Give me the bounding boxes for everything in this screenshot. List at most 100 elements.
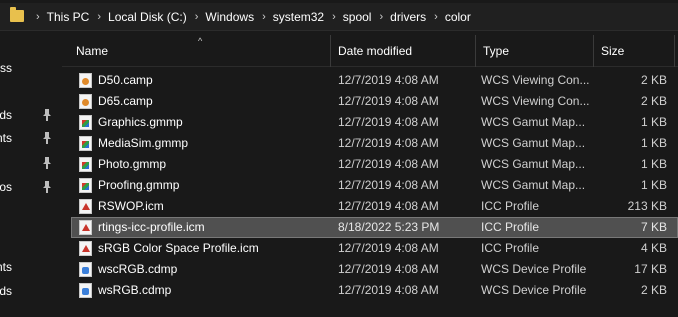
file-type: WCS Viewing Con...	[481, 73, 590, 87]
file-size: 1 KB	[640, 136, 667, 150]
file-date: 12/7/2019 4:08 AM	[338, 115, 439, 129]
file-size: 213 KB	[627, 199, 667, 213]
file-size: 2 KB	[640, 283, 667, 297]
file-type: WCS Gamut Map...	[481, 115, 586, 129]
gmmp-file-icon	[79, 178, 92, 193]
file-type: WCS Gamut Map...	[481, 157, 586, 171]
file-date: 12/7/2019 4:08 AM	[338, 199, 439, 213]
gmmp-file-icon	[79, 136, 92, 151]
file-row[interactable]: wsRGB.cdmp 12/7/2019 4:08 AM WCS Device …	[71, 280, 678, 301]
file-type: WCS Device Profile	[481, 262, 587, 276]
file-row[interactable]: Photo.gmmp 12/7/2019 4:08 AM WCS Gamut M…	[71, 154, 678, 175]
chevron-right-icon[interactable]: ›	[434, 11, 438, 23]
crumb-windows[interactable]: Windows	[205, 10, 254, 24]
column-divider[interactable]	[330, 35, 331, 67]
gmmp-file-icon	[79, 157, 92, 172]
nav-item[interactable]: ess	[0, 58, 62, 78]
file-type: WCS Device Profile	[481, 283, 587, 297]
file-type: WCS Gamut Map...	[481, 136, 586, 150]
file-name: wscRGB.cdmp	[98, 262, 178, 276]
file-size: 7 KB	[640, 220, 667, 234]
file-date: 12/7/2019 4:08 AM	[338, 157, 439, 171]
file-name: D50.camp	[98, 73, 153, 87]
file-type: ICC Profile	[481, 241, 540, 255]
file-name: Photo.gmmp	[98, 157, 167, 171]
crumb-color[interactable]: color	[445, 10, 471, 24]
file-row[interactable]: wscRGB.cdmp 12/7/2019 4:08 AM WCS Device…	[71, 259, 678, 280]
file-size: 4 KB	[640, 241, 667, 255]
file-type: ICC Profile	[481, 220, 540, 234]
column-header: ^ Name Date modified Type Size	[62, 35, 678, 67]
file-row[interactable]: Proofing.gmmp 12/7/2019 4:08 AM WCS Gamu…	[71, 175, 678, 196]
icm-file-icon	[79, 220, 92, 235]
chevron-right-icon[interactable]: ›	[262, 11, 266, 23]
nav-item[interactable]: nts	[0, 257, 62, 277]
crumb-this-pc[interactable]: This PC	[47, 10, 90, 24]
crumb-drivers[interactable]: drivers	[390, 10, 426, 24]
crumb-local-disk[interactable]: Local Disk (C:)	[108, 10, 187, 24]
file-row[interactable]: MediaSim.gmmp 12/7/2019 4:08 AM WCS Gamu…	[71, 133, 678, 154]
breadcrumb: › This PC › Local Disk (C:) › Windows › …	[28, 3, 471, 31]
cdmp-file-icon	[79, 262, 92, 277]
file-row[interactable]: Graphics.gmmp 12/7/2019 4:08 AM WCS Gamu…	[71, 112, 678, 133]
file-date: 12/7/2019 4:08 AM	[338, 73, 439, 87]
column-type[interactable]: Type	[477, 35, 593, 67]
file-row[interactable]: D65.camp 12/7/2019 4:08 AM WCS Viewing C…	[71, 91, 678, 112]
chevron-right-icon[interactable]: ›	[36, 11, 40, 23]
address-bar: › This PC › Local Disk (C:) › Windows › …	[0, 0, 678, 35]
column-divider[interactable]	[593, 35, 594, 67]
file-size: 1 KB	[640, 115, 667, 129]
file-size: 1 KB	[640, 157, 667, 171]
file-date: 12/7/2019 4:08 AM	[338, 262, 439, 276]
file-size: 1 KB	[640, 178, 667, 192]
column-date-modified[interactable]: Date modified	[332, 35, 475, 67]
folder-icon	[10, 7, 24, 22]
column-size[interactable]: Size	[595, 35, 675, 67]
file-date: 12/7/2019 4:08 AM	[338, 178, 439, 192]
file-size: 2 KB	[640, 73, 667, 87]
cdmp-file-icon	[79, 283, 92, 298]
file-name: Graphics.gmmp	[98, 115, 183, 129]
camp-file-icon	[79, 94, 92, 109]
chevron-right-icon[interactable]: ›	[195, 11, 199, 23]
column-divider[interactable]	[475, 35, 476, 67]
file-size: 17 KB	[634, 262, 667, 276]
pin-icon	[43, 157, 51, 169]
file-date: 12/7/2019 4:08 AM	[338, 241, 439, 255]
file-type: WCS Viewing Con...	[481, 94, 590, 108]
navigation-pane: ess ds nts hotos nts ds	[0, 35, 62, 317]
file-name: sRGB Color Space Profile.icm	[98, 241, 259, 255]
file-type: ICC Profile	[481, 199, 540, 213]
camp-file-icon	[79, 73, 92, 88]
crumb-spool[interactable]: spool	[343, 10, 372, 24]
address-box[interactable]: › This PC › Local Disk (C:) › Windows › …	[0, 3, 678, 31]
column-divider[interactable]	[674, 35, 675, 67]
file-name: wsRGB.cdmp	[98, 283, 172, 297]
nav-item[interactable]	[0, 153, 62, 173]
crumb-system32[interactable]: system32	[273, 10, 324, 24]
pin-icon	[43, 109, 51, 121]
nav-item[interactable]: ds	[0, 105, 62, 125]
icm-file-icon	[79, 199, 92, 214]
file-row[interactable]: RSWOP.icm 12/7/2019 4:08 AM ICC Profile …	[71, 196, 678, 217]
file-size: 2 KB	[640, 94, 667, 108]
chevron-right-icon[interactable]: ›	[332, 11, 336, 23]
column-name[interactable]: Name	[70, 35, 330, 67]
file-row[interactable]: D50.camp 12/7/2019 4:08 AM WCS Viewing C…	[71, 70, 678, 91]
file-row[interactable]: sRGB Color Space Profile.icm 12/7/2019 4…	[71, 238, 678, 259]
nav-item[interactable]: nts	[0, 128, 62, 148]
file-date: 8/18/2022 5:23 PM	[338, 220, 440, 234]
icm-file-icon	[79, 241, 92, 256]
nav-item[interactable]: ds	[0, 281, 62, 301]
file-name: MediaSim.gmmp	[98, 136, 189, 150]
file-name: Proofing.gmmp	[98, 178, 180, 192]
file-type: WCS Gamut Map...	[481, 178, 586, 192]
nav-item[interactable]: hotos	[0, 177, 62, 197]
pin-icon	[43, 132, 51, 144]
file-name: RSWOP.icm	[98, 199, 164, 213]
file-name: rtings-icc-profile.icm	[98, 220, 205, 234]
chevron-right-icon[interactable]: ›	[379, 11, 383, 23]
file-row-selected[interactable]: rtings-icc-profile.icm 8/18/2022 5:23 PM…	[71, 217, 678, 238]
chevron-right-icon[interactable]: ›	[97, 11, 101, 23]
file-name: D65.camp	[98, 94, 153, 108]
